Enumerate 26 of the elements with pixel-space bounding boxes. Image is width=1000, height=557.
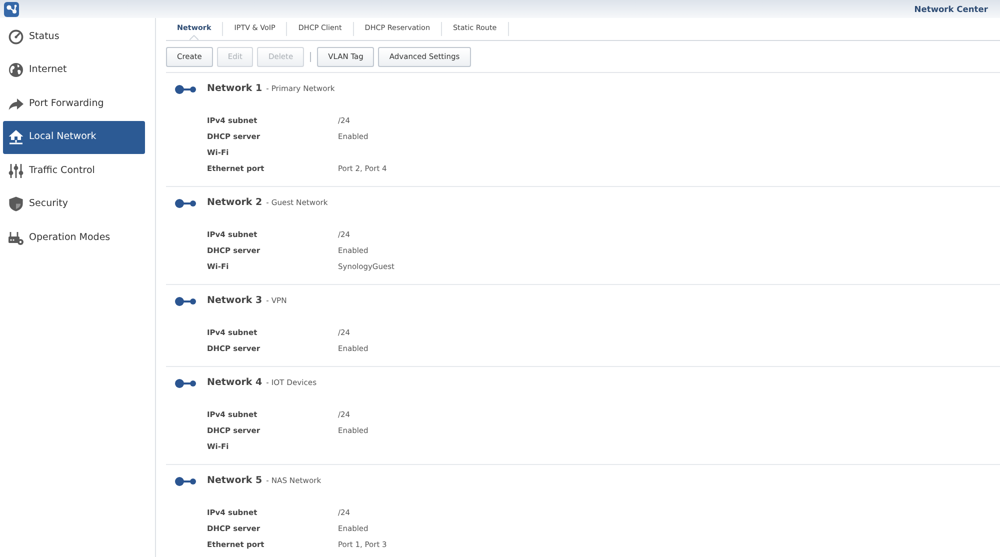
connection-icon [175,198,196,208]
section-title: Network 5 [207,474,262,488]
connection-icon [175,476,196,486]
sidebar-item[interactable]: Operation Modes [3,221,145,254]
shield-icon [8,196,24,212]
section-title: Network 2 [207,196,262,210]
sidebar-item[interactable]: Status [3,20,145,54]
sidebar-item[interactable]: Port Forwarding [3,87,145,120]
sidebar-item[interactable]: Security [3,188,145,221]
section-title: Network 4 [207,376,262,390]
connection-icon [175,296,196,306]
sidebar-item[interactable]: Local Network [3,120,145,154]
section-title: Network 3 [207,294,262,308]
globe-icon [8,62,24,78]
connection-icon [175,378,196,388]
sliders-icon [8,162,24,179]
arrow-icon [8,96,24,112]
window-title: Network Center [914,2,988,16]
gauge-icon [8,28,24,45]
sidebar-item[interactable]: Traffic Control [3,154,145,188]
house-icon [8,129,24,146]
sidebar-item[interactable]: Internet [3,54,145,87]
app-icon [4,2,19,16]
router-icon [8,230,24,246]
connection-icon [175,84,196,94]
section-title: Network 1 [207,82,262,96]
